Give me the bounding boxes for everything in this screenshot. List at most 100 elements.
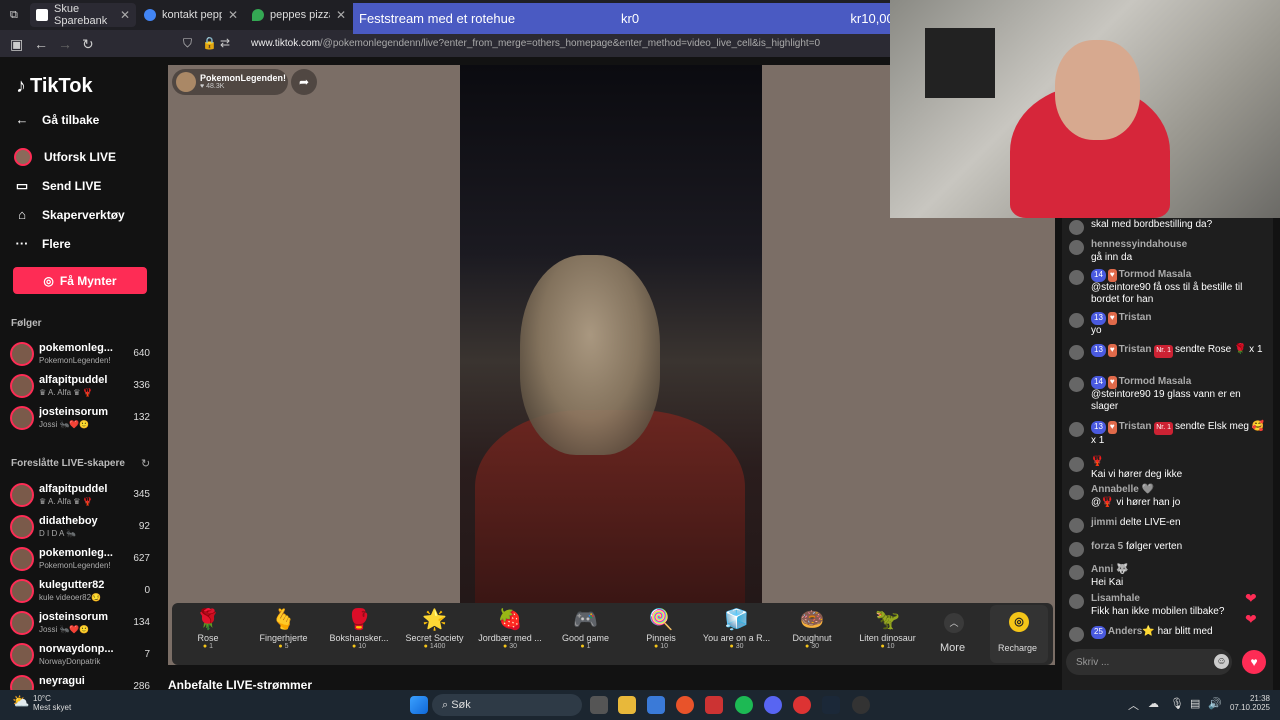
app-icon-2[interactable] <box>793 696 811 714</box>
chevron-up-icon[interactable]: ︿ <box>944 613 964 633</box>
browser-tab-2[interactable]: kontakt peppes bes ✕ <box>138 3 244 27</box>
comment-user[interactable]: Tristan <box>1119 421 1152 432</box>
discord-icon[interactable] <box>764 696 782 714</box>
lock-icon[interactable]: 🔒 <box>202 36 217 50</box>
chat-input[interactable]: Skriv ... <box>1066 649 1232 675</box>
comment-user[interactable]: Tormod Masala <box>1119 376 1192 387</box>
chat-comment[interactable]: Lisamhale Fikk han ikke mobilen tilbake? <box>1069 593 1269 618</box>
shield-icon[interactable]: ⛉ <box>183 36 192 51</box>
chat-comment[interactable]: Annabelle 🩶 @🦞 vi hører han jo <box>1069 484 1269 509</box>
get-coins-button[interactable]: ◎ Få Mynter <box>13 267 147 294</box>
chat-comment[interactable]: forza 5 følger verten <box>1069 541 1269 557</box>
tray-chevron-icon[interactable]: ︿ <box>1128 697 1139 713</box>
windows-start-icon[interactable] <box>410 696 428 714</box>
forward-icon[interactable]: → <box>58 36 72 52</box>
sidebar-toggle-icon[interactable]: ▣ <box>10 36 23 53</box>
task-view-icon[interactable] <box>590 696 608 714</box>
taskbar-search[interactable]: ⌕ Søk <box>432 694 582 716</box>
account-row[interactable]: norwaydonp... NorwayDonpatrik 7 <box>8 641 154 671</box>
account-row[interactable]: kulegutter82 kule videoer82😏 0 <box>8 577 154 607</box>
gift-item[interactable]: 🦖 Liten dinosaur10 <box>852 607 924 650</box>
url-input[interactable]: www.tiktok.com/@pokemonlegendenn/live?en… <box>251 38 820 49</box>
close-tab-icon[interactable]: ✕ <box>336 8 346 22</box>
tiktok-logo[interactable]: ♪ TikTok <box>16 75 93 98</box>
browser-tab-1[interactable]: Skue Sparebank ✕ <box>30 3 136 27</box>
menu-back[interactable]: ← Gå tilbake <box>14 112 100 127</box>
back-icon[interactable]: ← <box>34 36 48 52</box>
reload-icon[interactable]: ↻ <box>82 36 94 53</box>
comment-text: @steintore90 få oss til å bestille til b… <box>1091 281 1243 306</box>
comment-user[interactable]: 🦞 <box>1091 456 1103 467</box>
gift-item[interactable]: 🎮 Good game1 <box>550 607 622 650</box>
chat-comment[interactable]: 14 ♥ Tormod Masala @steintore90 få oss til… <box>1069 269 1269 307</box>
creator-badge[interactable]: PokemonLegenden! ♥ 48.3K <box>172 69 288 95</box>
firefox-icon[interactable] <box>676 696 694 714</box>
comment-user[interactable]: jimmi <box>1091 517 1117 528</box>
weather-widget[interactable]: 10°C Mest skyet <box>33 694 71 712</box>
network-icon[interactable]: ▤ <box>1190 697 1200 710</box>
refresh-icon[interactable]: ↻ <box>141 457 150 470</box>
chat-comment[interactable]: 25 Anders⭐ har blitt med <box>1069 626 1269 642</box>
gift-item[interactable]: 🌟 Secret Society1400 <box>399 607 471 650</box>
account-row[interactable]: josteinsorum Jossi 🐜❤️🙂 132 <box>8 404 154 434</box>
chat-comment[interactable]: 14 ♥ Tormod Masala @steintore90 19 glass v… <box>1069 376 1269 414</box>
account-row[interactable]: pokemonleg... PokemonLegenden! 640 <box>8 340 154 370</box>
share-icon[interactable]: ➦ <box>291 69 317 95</box>
comment-user[interactable]: Lisamhale <box>1091 593 1140 604</box>
gift-item[interactable]: 🍭 Pinneis10 <box>625 607 697 650</box>
chat-comment[interactable]: jimmi delte LIVE-en <box>1069 517 1269 533</box>
account-row[interactable]: josteinsorum Jossi 🐜❤️🙂 134 <box>8 609 154 639</box>
chat-comment[interactable]: 13 ♥ Tristan yo <box>1069 312 1269 337</box>
file-explorer-icon[interactable] <box>618 696 636 714</box>
store-icon[interactable] <box>647 696 665 714</box>
gift-item[interactable]: 🍩 Doughnut30 <box>776 607 848 650</box>
comment-user[interactable]: Annabelle 🩶 <box>1091 484 1154 495</box>
obs-icon[interactable] <box>852 696 870 714</box>
chat-comment[interactable]: Anni 🐺 Hei Kai <box>1069 564 1269 589</box>
account-row[interactable]: pokemonleg... PokemonLegenden! 627 <box>8 545 154 575</box>
gift-more-button[interactable]: More <box>940 642 965 654</box>
menu-go-live[interactable]: ▭ Send LIVE <box>14 178 102 194</box>
stream-goal-banner: Feststream med et rotehue kr0 kr10,000 <box>353 3 907 34</box>
mic-icon[interactable]: 🎙 <box>1170 697 1184 710</box>
app-icon[interactable] <box>705 696 723 714</box>
gift-price: 30 <box>776 643 848 650</box>
tab-list-icon[interactable]: ⧉ <box>4 3 26 27</box>
clock[interactable]: 21:38 07.10.2025 <box>1228 694 1270 712</box>
close-tab-icon[interactable]: ✕ <box>228 8 238 22</box>
gift-item[interactable]: 🌹 Rose1 <box>172 607 244 650</box>
comment-user[interactable]: Tristan <box>1119 344 1152 355</box>
gift-item[interactable]: 🧊 You are on a R...30 <box>701 607 773 650</box>
permissions-icon[interactable]: ⇄ <box>220 36 230 50</box>
comment-user[interactable]: Tristan <box>1119 312 1152 323</box>
browser-tab-3[interactable]: peppes pizza - Goo ✕ <box>246 3 352 27</box>
account-row[interactable]: alfapitpuddel ♛ A. Alfa ♛ 🦞 345 <box>8 481 154 511</box>
account-row[interactable]: didatheboy D I D A 🐜 92 <box>8 513 154 543</box>
menu-explore-live[interactable]: Utforsk LIVE <box>14 148 116 166</box>
gift-item[interactable]: 🍓 Jordbær med ...30 <box>474 607 546 650</box>
gift-icon: 🍭 <box>648 609 674 631</box>
chat-comment[interactable]: 13 ♥ Tristan Nr. 1 sendte Rose 🌹 x 1 <box>1069 344 1269 360</box>
gift-item[interactable]: 🫰 Fingerhjerte5 <box>248 607 320 650</box>
chat-comment[interactable]: 🦞 Kai vi hører deg ikke <box>1069 456 1269 481</box>
emoji-icon[interactable]: ☺ <box>1214 654 1229 669</box>
cloud-icon[interactable]: ☁ <box>1148 697 1159 710</box>
chat-comment[interactable]: hennessyindahouse gå inn da <box>1069 239 1269 264</box>
comment-user[interactable]: Anni 🐺 <box>1091 564 1128 575</box>
menu-creator-tools[interactable]: ⌂ Skaperverktøy <box>14 207 125 222</box>
comment-user[interactable]: Anders⭐ <box>1108 626 1155 637</box>
volume-icon[interactable]: 🔊 <box>1208 697 1222 710</box>
steam-icon[interactable] <box>822 696 840 714</box>
account-row[interactable]: alfapitpuddel ♛ A. Alfa ♛ 🦞 336 <box>8 372 154 402</box>
comment-user[interactable]: forza 5 <box>1091 541 1123 552</box>
recharge-button[interactable]: ◎ Recharge <box>990 605 1048 663</box>
spotify-icon[interactable] <box>735 696 753 714</box>
like-button[interactable]: ♥ <box>1242 650 1266 674</box>
menu-more[interactable]: ··· Flere <box>14 236 71 251</box>
comment-user[interactable]: Tormod Masala <box>1119 269 1192 280</box>
comment-user[interactable]: hennessyindahouse <box>1091 239 1187 250</box>
chat-comment[interactable]: 13 ♥ Tristan Nr. 1 sendte Elsk meg 🥰 x 1 <box>1069 421 1269 447</box>
close-tab-icon[interactable]: ✕ <box>120 8 130 22</box>
gift-item[interactable]: 🥊 Bokshansker...10 <box>323 607 395 650</box>
chat-comment[interactable]: skal med bordbestilling da? <box>1069 219 1269 235</box>
